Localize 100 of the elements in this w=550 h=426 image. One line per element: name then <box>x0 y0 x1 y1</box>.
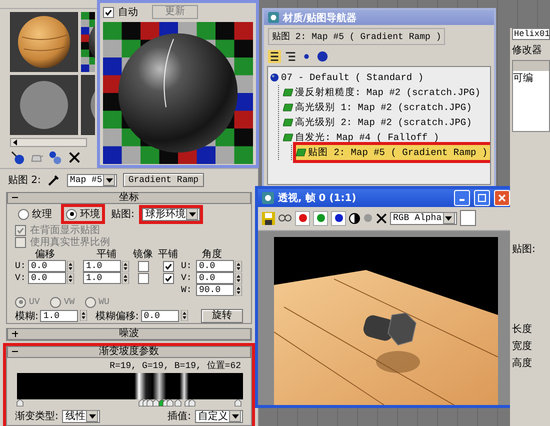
spinner-icon[interactable] <box>235 260 242 272</box>
tree-item[interactable]: 贴图 2: Map #5 ( Gradient Ramp ) <box>296 145 490 160</box>
sample-slot[interactable] <box>10 12 78 72</box>
spinner-icon[interactable] <box>235 284 242 296</box>
delete-icon[interactable] <box>67 150 82 165</box>
current-map-label: 贴图 2: Map #5 ( Gradient Ramp ) <box>268 28 446 45</box>
color-readout: R=19, G=19, B=19, 位置=62 <box>108 360 242 373</box>
checkbox-label: 在背面显示贴图 <box>30 224 100 236</box>
spinner-icon[interactable] <box>180 310 188 321</box>
spinner-icon[interactable] <box>235 272 242 284</box>
radio-label: 环境 <box>80 208 100 221</box>
tree-item[interactable]: 07 - Default ( Standard ) <box>270 70 490 85</box>
angle-field[interactable]: 90.0 <box>196 284 234 296</box>
checkbox[interactable] <box>162 272 174 284</box>
radio-label: 纹理 <box>32 208 52 221</box>
window-title: 材质/贴图导航器 <box>283 11 357 24</box>
tiling-field[interactable]: 1.0 <box>83 272 121 284</box>
map-type-button[interactable]: Gradient Ramp <box>123 173 204 187</box>
checkbox[interactable] <box>138 260 148 272</box>
close-icon <box>498 194 506 202</box>
object-name-field[interactable]: Helix01 <box>512 28 550 40</box>
spheres-icon[interactable] <box>48 150 63 165</box>
close-button[interactable] <box>494 190 510 206</box>
radio-label: UV <box>29 297 40 307</box>
eyedropper-icon[interactable] <box>46 173 61 187</box>
contrast-icon[interactable] <box>349 212 360 224</box>
checkbox[interactable] <box>162 260 174 272</box>
tiling-field[interactable]: 1.0 <box>83 260 121 272</box>
tree-list-icon[interactable] <box>284 50 297 62</box>
radio-label: VW <box>64 297 75 307</box>
dot-icon[interactable] <box>363 213 373 224</box>
tree-item[interactable]: 高光级别 1: Map #2 (scratch.JPG) <box>283 100 490 115</box>
mapping-label: 贴图: <box>111 208 134 221</box>
spinner-icon[interactable] <box>122 272 129 284</box>
gradient-ramp-drawing[interactable] <box>15 373 245 407</box>
channel-button[interactable] <box>331 210 346 226</box>
blur-label: 模糊: <box>15 310 38 322</box>
offset-field[interactable]: 0.0 <box>28 272 66 284</box>
minimize-icon <box>459 199 465 202</box>
minimize-button[interactable] <box>454 190 470 206</box>
interpolation-label: 插值: <box>168 410 191 423</box>
axis-label: U: <box>181 261 193 271</box>
axis-label: V: <box>181 273 193 283</box>
arrow-left-icon[interactable] <box>11 139 19 146</box>
checkbox[interactable] <box>103 6 114 18</box>
checkbox-label: 使用真实世界比例 <box>30 236 110 249</box>
column-header: 角度 <box>201 248 223 261</box>
ramp-type-label: 渐变类型: <box>15 410 58 423</box>
spinner-icon[interactable] <box>67 272 74 284</box>
spinner-icon[interactable] <box>122 260 129 272</box>
column-header: 平铺 <box>96 248 118 261</box>
axis-label: V: <box>15 273 27 283</box>
scrollbar[interactable] <box>10 138 87 147</box>
map-name-field[interactable]: Map #5 <box>66 174 118 186</box>
channel-dropdown[interactable]: RGB Alpha <box>390 212 457 225</box>
checkbox-label: 自动 <box>118 6 138 19</box>
tree-item[interactable]: 自发光: Map #4 ( Falloff ) <box>283 130 490 145</box>
window-title: 透视, 帧 0 (1:1) <box>278 192 358 205</box>
clear-icon[interactable] <box>376 212 387 224</box>
app-icon <box>262 192 274 204</box>
sphere-arrow-icon[interactable] <box>10 150 25 165</box>
angle-field[interactable]: 0.0 <box>196 272 234 284</box>
section-label: 贴图: <box>512 242 536 256</box>
list-view-icon[interactable] <box>268 50 281 62</box>
large-sphere-icon[interactable] <box>316 50 329 62</box>
tree-item[interactable]: 高光级别 2: Map #2 (scratch.JPG) <box>283 115 490 130</box>
save-icon[interactable] <box>262 212 275 225</box>
maximize-icon <box>478 194 486 202</box>
rollout-header[interactable]: 坐标 <box>7 192 251 204</box>
radio-button[interactable] <box>18 208 29 220</box>
axis-label: U: <box>15 261 27 271</box>
spinner-icon[interactable] <box>67 260 74 272</box>
rollout-header[interactable]: 渐变坡度参数 <box>7 346 251 358</box>
column-header: 偏移 <box>34 248 56 261</box>
sample-slot[interactable] <box>81 75 95 135</box>
angle-field[interactable]: 0.0 <box>196 260 234 272</box>
app-icon <box>268 12 279 23</box>
parameter-label: 长度 <box>512 322 533 336</box>
column-header: 镜像 <box>132 248 154 261</box>
column-header: 平铺 <box>157 248 179 261</box>
rotate-button[interactable]: 旋转 <box>201 308 243 322</box>
spinner-icon[interactable] <box>80 310 88 321</box>
color-swatch[interactable] <box>460 210 476 226</box>
offset-field[interactable]: 0.0 <box>28 260 66 272</box>
parameter-label: 宽度 <box>512 340 533 353</box>
channel-button[interactable] <box>295 210 310 226</box>
checkbox[interactable] <box>138 272 148 284</box>
tree-item[interactable]: 漫反射粗糙度: Map #2 (scratch.JPG) <box>283 85 490 100</box>
sample-slot[interactable] <box>81 12 95 72</box>
blur-field[interactable]: 1.0 <box>40 310 78 322</box>
blur-offset-field[interactable]: 0.0 <box>140 310 179 322</box>
stack-item[interactable]: 可编 <box>513 71 549 85</box>
maximize-button[interactable] <box>474 190 490 206</box>
rollout-header[interactable]: 噪波 <box>7 328 251 340</box>
modifier-list-label[interactable]: 修改器 <box>512 43 550 57</box>
blur-offset-label: 模糊偏移: <box>95 310 139 322</box>
sphere-icon <box>270 73 279 82</box>
interpolation-dropdown[interactable]: 自定义 <box>195 410 243 422</box>
ramp-type-dropdown[interactable]: 线性 <box>62 410 100 422</box>
radio-button[interactable] <box>66 208 77 220</box>
